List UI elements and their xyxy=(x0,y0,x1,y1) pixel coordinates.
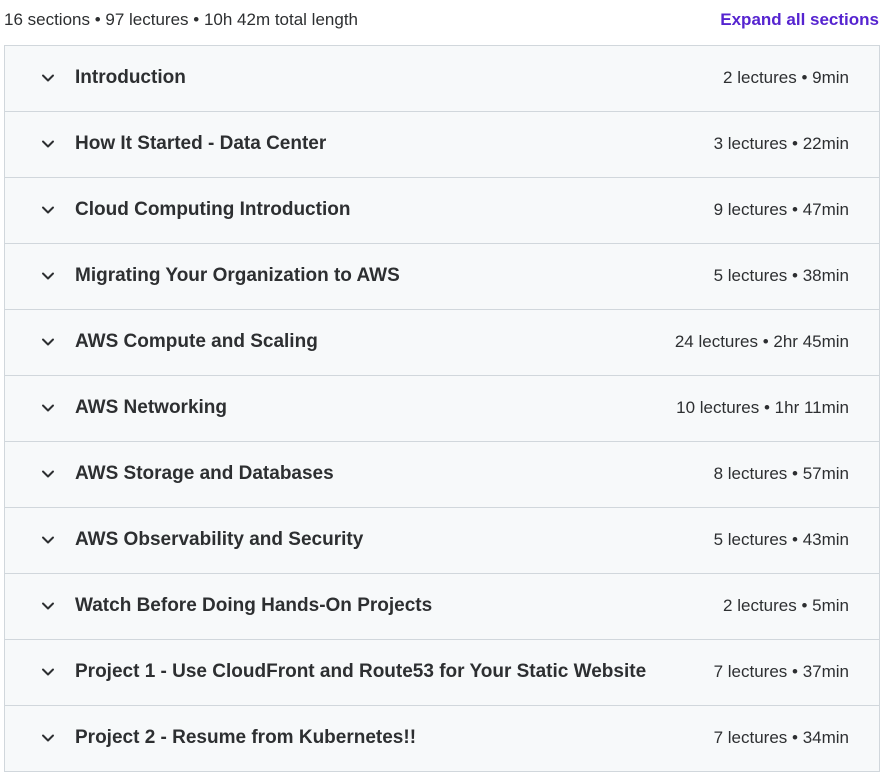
section-title: Watch Before Doing Hands-On Projects xyxy=(75,595,433,616)
chevron-down-icon xyxy=(40,664,56,680)
section-meta: 2 lectures • 9min xyxy=(723,68,849,87)
section-row[interactable]: Migrating Your Organization to AWS 5 lec… xyxy=(5,244,879,310)
curriculum-summary: 16 sections • 97 lectures • 10h 42m tota… xyxy=(4,10,359,29)
section-row[interactable]: Introduction 2 lectures • 9min xyxy=(5,46,879,112)
section-title: Migrating Your Organization to AWS xyxy=(75,265,400,286)
section-row[interactable]: AWS Networking 10 lectures • 1hr 11min xyxy=(5,376,879,442)
chevron-down-icon xyxy=(40,598,56,614)
expand-all-sections-link[interactable]: Expand all sections xyxy=(720,10,879,30)
section-meta: 7 lectures • 34min xyxy=(713,728,849,747)
section-title: AWS Storage and Databases xyxy=(75,463,334,484)
section-meta: 9 lectures • 47min xyxy=(713,200,849,219)
chevron-down-icon xyxy=(40,268,56,284)
section-title: Project 2 - Resume from Kubernetes!! xyxy=(75,727,417,748)
section-meta: 5 lectures • 43min xyxy=(713,530,849,549)
section-meta: 2 lectures • 5min xyxy=(723,596,849,615)
chevron-down-icon xyxy=(40,334,56,350)
curriculum-header: 16 sections • 97 lectures • 10h 42m tota… xyxy=(0,0,881,40)
section-meta: 8 lectures • 57min xyxy=(713,464,849,483)
chevron-down-icon xyxy=(40,70,56,86)
section-title: Project 1 - Use CloudFront and Route53 f… xyxy=(75,661,647,682)
section-row[interactable]: Project 1 - Use CloudFront and Route53 f… xyxy=(5,640,879,706)
section-row[interactable]: AWS Compute and Scaling 24 lectures • 2h… xyxy=(5,310,879,376)
chevron-down-icon xyxy=(40,400,56,416)
chevron-down-icon xyxy=(40,136,56,152)
section-meta: 7 lectures • 37min xyxy=(713,662,849,681)
section-row[interactable]: How It Started - Data Center 3 lectures … xyxy=(5,112,879,178)
section-meta: 10 lectures • 1hr 11min xyxy=(676,398,849,417)
section-row[interactable]: Watch Before Doing Hands-On Projects 2 l… xyxy=(5,574,879,640)
section-row[interactable]: Project 2 - Resume from Kubernetes!! 7 l… xyxy=(5,706,879,772)
chevron-down-icon xyxy=(40,730,56,746)
section-row[interactable]: AWS Observability and Security 5 lecture… xyxy=(5,508,879,574)
section-title: How It Started - Data Center xyxy=(75,133,327,154)
section-meta: 24 lectures • 2hr 45min xyxy=(674,332,849,351)
section-title: AWS Observability and Security xyxy=(75,529,364,550)
curriculum-section-list: Introduction 2 lectures • 9min How It St… xyxy=(4,45,880,772)
section-row[interactable]: Cloud Computing Introduction 9 lectures … xyxy=(5,178,879,244)
section-title: AWS Compute and Scaling xyxy=(75,331,318,352)
section-meta: 3 lectures • 22min xyxy=(713,134,849,153)
section-title: Cloud Computing Introduction xyxy=(75,199,351,220)
chevron-down-icon xyxy=(40,202,56,218)
section-row[interactable]: AWS Storage and Databases 8 lectures • 5… xyxy=(5,442,879,508)
chevron-down-icon xyxy=(40,466,56,482)
section-title: AWS Networking xyxy=(75,397,228,418)
section-title: Introduction xyxy=(75,67,186,88)
chevron-down-icon xyxy=(40,532,56,548)
section-meta: 5 lectures • 38min xyxy=(713,266,849,285)
